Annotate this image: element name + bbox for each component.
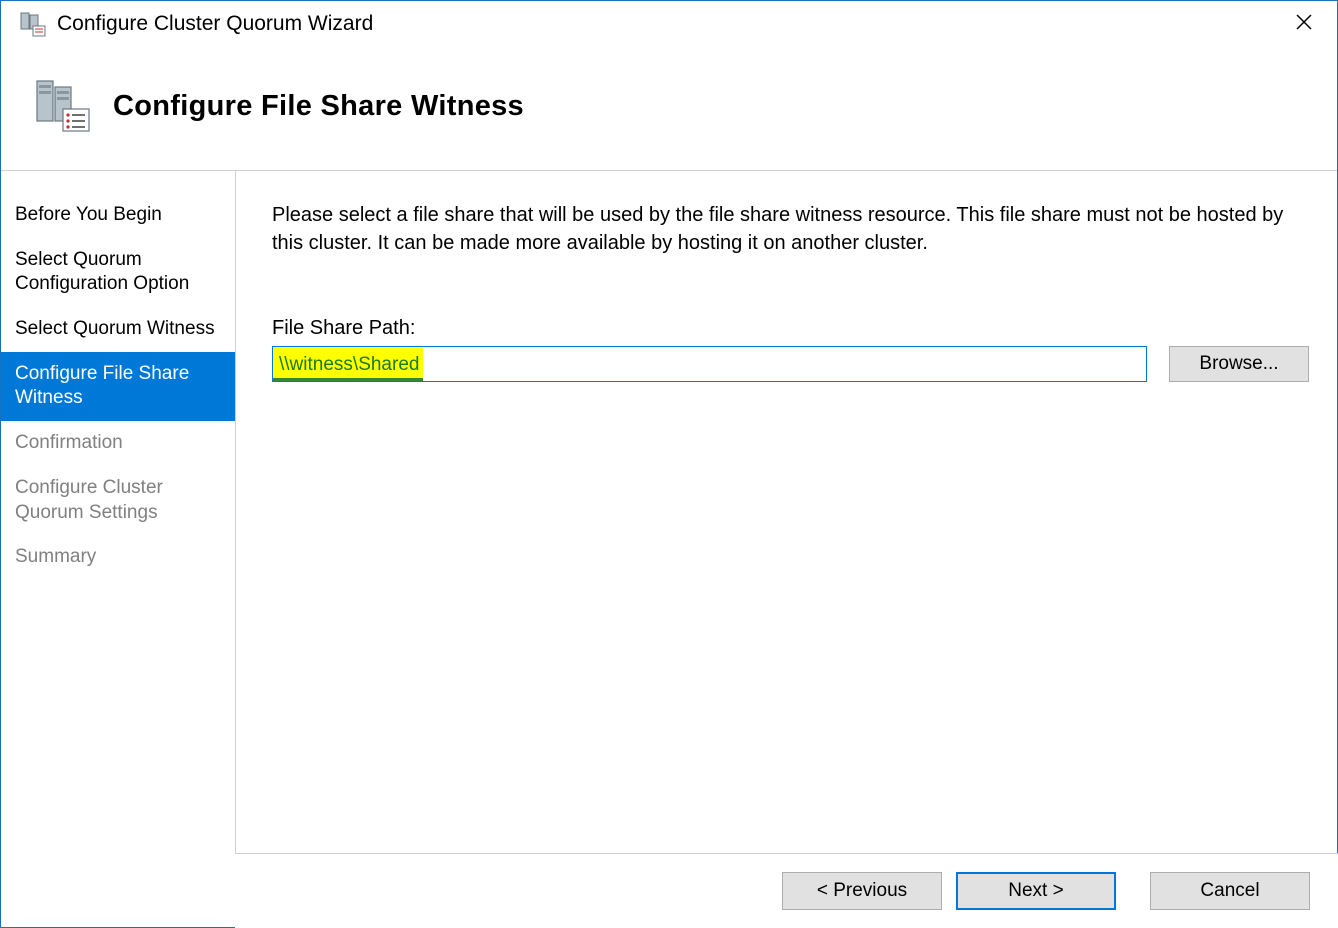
file-share-path-input[interactable]: \\witness\Shared bbox=[272, 346, 1147, 382]
sidebar-item-confirmation: Confirmation bbox=[1, 421, 235, 466]
file-share-path-label: File Share Path: bbox=[272, 317, 1309, 340]
sidebar-item-configure-file-share-witness[interactable]: Configure File Share Witness bbox=[1, 352, 235, 421]
cluster-large-icon bbox=[31, 73, 93, 140]
wizard-header: Configure File Share Witness bbox=[1, 43, 1337, 171]
cluster-wizard-icon bbox=[19, 10, 47, 38]
close-icon bbox=[1295, 11, 1313, 36]
wizard-steps-sidebar: Before You Begin Select Quorum Configura… bbox=[1, 171, 236, 897]
window-title: Configure Cluster Quorum Wizard bbox=[57, 12, 373, 36]
next-button[interactable]: Next > bbox=[956, 872, 1116, 910]
file-share-path-value: \\witness\Shared bbox=[273, 347, 423, 381]
title-bar: Configure Cluster Quorum Wizard bbox=[1, 1, 1337, 43]
instruction-text: Please select a file share that will be … bbox=[272, 201, 1309, 257]
sidebar-item-before-you-begin[interactable]: Before You Begin bbox=[1, 193, 235, 238]
sidebar-item-select-quorum-config[interactable]: Select Quorum Configuration Option bbox=[1, 238, 235, 307]
browse-button[interactable]: Browse... bbox=[1169, 346, 1309, 382]
sidebar-item-configure-cluster-quorum-settings: Configure Cluster Quorum Settings bbox=[1, 466, 235, 535]
page-title: Configure File Share Witness bbox=[113, 90, 524, 123]
close-button[interactable] bbox=[1281, 7, 1327, 41]
previous-button[interactable]: < Previous bbox=[782, 872, 942, 910]
wizard-footer: < Previous Next > Cancel bbox=[235, 853, 1338, 928]
sidebar-item-summary: Summary bbox=[1, 535, 235, 580]
wizard-main-panel: Please select a file share that will be … bbox=[236, 171, 1337, 897]
sidebar-item-select-quorum-witness[interactable]: Select Quorum Witness bbox=[1, 307, 235, 352]
cancel-button[interactable]: Cancel bbox=[1150, 872, 1310, 910]
